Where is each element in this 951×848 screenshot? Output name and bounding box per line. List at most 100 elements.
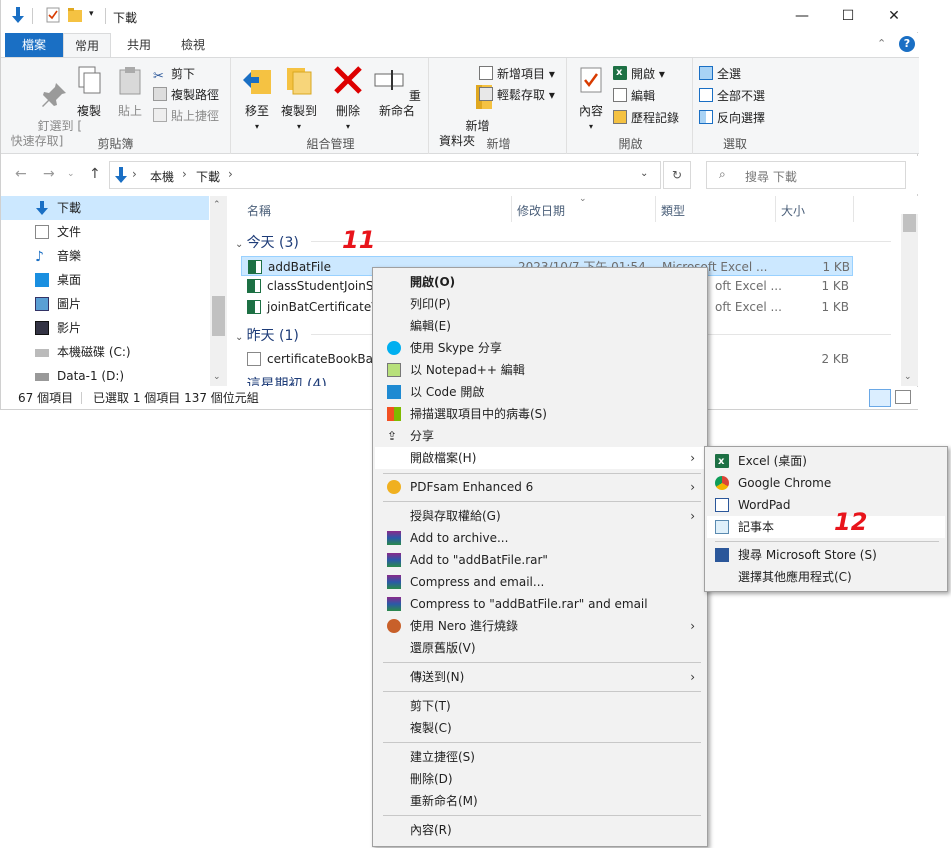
maximize-button[interactable]: ☐	[825, 0, 871, 32]
cut-button[interactable]: ✂ 剪下	[153, 64, 195, 84]
tab-home[interactable]: 常用	[63, 33, 111, 57]
edit-button[interactable]: 編輯	[613, 86, 655, 106]
submenu-item-excel[interactable]: Excel (桌面)	[707, 450, 945, 473]
tab-view[interactable]: 檢視	[167, 33, 219, 57]
details-view-icon[interactable]	[869, 389, 891, 407]
new-folder-icon[interactable]	[68, 7, 82, 23]
column-type[interactable]: 類型	[661, 202, 685, 219]
menu-item-print[interactable]: 列印(P)	[375, 293, 705, 315]
search-icon: ⌕	[719, 167, 726, 181]
rename-button[interactable]: 重新命名	[369, 64, 425, 119]
menu-item-add-to-archive[interactable]: Add to archive...	[375, 527, 705, 549]
submenu-item-chrome[interactable]: Google Chrome	[707, 472, 945, 494]
breadcrumb-downloads[interactable]: 下載	[196, 168, 220, 185]
minimize-button[interactable]: —	[779, 0, 825, 32]
menu-item-share[interactable]: ⇪ 分享	[375, 425, 705, 447]
menu-item-cut[interactable]: 剪下(T)	[375, 695, 705, 717]
nav-item-documents[interactable]: 文件	[1, 220, 209, 244]
menu-item-virus-scan[interactable]: 掃描選取項目中的病毒(S)	[375, 403, 705, 425]
easy-access-button[interactable]: 輕鬆存取 ▾	[479, 85, 555, 105]
menu-item-properties[interactable]: 內容(R)	[375, 819, 705, 841]
menu-item-compress-rar-email[interactable]: Compress to "addBatFile.rar" and email	[375, 593, 705, 615]
copy-icon	[78, 66, 101, 94]
tab-share[interactable]: 共用	[113, 33, 165, 57]
nav-item-desktop[interactable]: 桌面	[1, 268, 209, 292]
history-button[interactable]: 歷程記錄	[613, 108, 679, 128]
new-group-label: 新增	[486, 137, 511, 151]
menu-item-skype-share[interactable]: 使用 Skype 分享	[375, 337, 705, 359]
column-name[interactable]: 名稱	[247, 202, 271, 219]
group-header-earlier[interactable]: ⌄ 這星期初 (4)	[235, 374, 327, 386]
menu-item-open[interactable]: 開啟(O)	[375, 271, 705, 293]
column-size[interactable]: 大小	[781, 202, 805, 219]
delete-button[interactable]: 刪除 ▾	[331, 64, 365, 134]
invert-selection-button[interactable]: 反向選擇	[699, 108, 765, 128]
properties-button[interactable]: 內容 ▾	[573, 64, 609, 134]
customize-toolbar-icon[interactable]: ▾	[89, 9, 94, 19]
menu-item-open-with-code[interactable]: 以 Code 開啟	[375, 381, 705, 403]
menu-item-compress-email[interactable]: Compress and email...	[375, 571, 705, 593]
group-header-today[interactable]: ⌄ 今天 (3)	[235, 232, 299, 252]
menu-item-create-shortcut[interactable]: 建立捷徑(S)	[375, 746, 705, 768]
forward-arrow-icon[interactable]: →	[43, 166, 55, 182]
copy-button[interactable]: 複製	[69, 64, 109, 119]
submenu-item-notepad[interactable]: 記事本	[707, 516, 945, 538]
address-dropdown-chevron-icon[interactable]: ⌄	[640, 168, 648, 179]
nav-item-pictures[interactable]: 圖片	[1, 292, 209, 316]
menu-item-add-to-rar[interactable]: Add to "addBatFile.rar"	[375, 549, 705, 571]
column-date[interactable]: 修改日期	[517, 202, 565, 219]
menu-item-nero-burn[interactable]: 使用 Nero 進行燒錄 ›	[375, 615, 705, 637]
menu-item-open-with[interactable]: 開啟檔案(H) ›	[375, 447, 705, 469]
vscode-icon	[387, 385, 401, 399]
menu-item-edit[interactable]: 編輯(E)	[375, 315, 705, 337]
breadcrumb-this-pc[interactable]: 本機	[150, 168, 174, 185]
select-all-button[interactable]: 全選	[699, 64, 741, 84]
menu-item-give-access[interactable]: 授與存取權給(G) ›	[375, 505, 705, 527]
nav-item-data-1-d[interactable]: Data-1 (D:)	[1, 364, 209, 388]
copy-to-button[interactable]: 複製到 ▾	[279, 64, 319, 134]
submenu-item-choose-another-app[interactable]: 選擇其他應用程式(C)	[707, 566, 945, 588]
properties-icon[interactable]	[46, 7, 60, 23]
close-button[interactable]: ✕	[871, 0, 917, 32]
recent-locations-chevron-icon[interactable]: ⌄	[67, 169, 75, 179]
tab-file[interactable]: 檔案	[5, 33, 63, 57]
submenu-item-ms-store[interactable]: 搜尋 Microsoft Store (S)	[707, 544, 945, 566]
nav-scroll-thumb[interactable]	[212, 296, 225, 336]
file-list-scroll-thumb[interactable]	[903, 214, 916, 232]
address-bar[interactable]: › 本機 › 下載 › ⌄	[109, 161, 661, 189]
video-icon	[35, 321, 49, 335]
file-list-scrollbar[interactable]: ⌄	[901, 214, 918, 386]
menu-item-copy[interactable]: 複製(C)	[375, 717, 705, 739]
paste-button[interactable]: 貼上	[111, 64, 149, 119]
file-size: 2 KB	[821, 352, 849, 366]
open-button[interactable]: 開啟 ▾	[613, 63, 665, 84]
menu-item-restore-versions[interactable]: 還原舊版(V)	[375, 637, 705, 659]
copy-path-button[interactable]: 複製路徑	[153, 85, 219, 105]
invert-selection-label: 反向選擇	[717, 111, 766, 125]
large-icons-view-icon[interactable]	[895, 390, 911, 404]
nav-item-downloads[interactable]: 下載	[1, 196, 209, 220]
menu-item-pdfsam[interactable]: PDFsam Enhanced 6 ›	[375, 476, 705, 498]
menu-item-delete[interactable]: 刪除(D)	[375, 768, 705, 790]
menu-item-send-to[interactable]: 傳送到(N) ›	[375, 666, 705, 688]
back-arrow-icon[interactable]: ←	[15, 166, 27, 182]
paste-shortcut-button[interactable]: 貼上捷徑	[153, 106, 219, 126]
new-item-button[interactable]: 新增項目 ▾	[479, 64, 555, 84]
search-box[interactable]: ⌕ 搜尋 下載	[706, 161, 906, 189]
collapse-ribbon-icon[interactable]: ⌃	[877, 37, 886, 50]
help-icon[interactable]: ?	[899, 36, 915, 52]
menu-item-rename[interactable]: 重新命名(M)	[375, 790, 705, 812]
nav-item-local-disk-c[interactable]: 本機磁碟 (C:)	[1, 340, 209, 364]
download-arrow-icon[interactable]	[11, 7, 25, 23]
nav-item-music[interactable]: ♪ 音樂	[1, 244, 209, 268]
move-to-button[interactable]: 移至 ▾	[239, 64, 275, 134]
refresh-icon[interactable]: ↻	[663, 161, 691, 189]
nav-item-label: 文件	[57, 225, 82, 239]
nav-item-videos[interactable]: 影片	[1, 316, 209, 340]
menu-item-notepad-plus-plus[interactable]: 以 Notepad++ 編輯	[375, 359, 705, 381]
submenu-item-wordpad[interactable]: WordPad	[707, 494, 945, 516]
nav-scrollbar[interactable]: ⌃ ⌄	[210, 196, 227, 386]
group-header-yesterday[interactable]: ⌄ 昨天 (1)	[235, 325, 299, 345]
up-arrow-icon[interactable]: ↑	[89, 166, 101, 182]
select-none-button[interactable]: 全部不選	[699, 86, 765, 106]
